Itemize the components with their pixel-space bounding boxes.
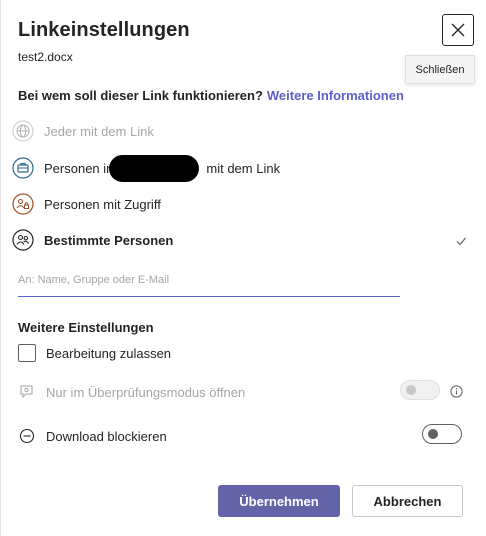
globe-icon (12, 120, 34, 142)
more-info-link[interactable]: Weitere Informationen (267, 88, 404, 103)
audience-question: Bei wem soll dieser Link funktionieren? W… (18, 88, 404, 103)
cancel-button[interactable]: Abbrechen (352, 485, 463, 517)
toggle-knob (428, 429, 438, 439)
option-label: Bestimmte Personen (44, 232, 174, 248)
dialog-title: Linkeinstellungen (18, 19, 190, 41)
close-button[interactable] (442, 14, 474, 46)
more-settings-heading: Weitere Einstellungen (18, 320, 154, 335)
review-mode-row: Nur im Überprüfungsmodus öffnen (18, 383, 245, 401)
organization-icon (12, 157, 34, 179)
checkmark-icon (456, 237, 466, 246)
allow-edit-row[interactable]: Bearbeitung zulassen (18, 344, 171, 362)
recipient-input[interactable] (18, 268, 400, 292)
review-mode-label: Nur im Überprüfungsmodus öffnen (46, 384, 246, 400)
review-mode-toggle[interactable] (400, 380, 440, 400)
allow-edit-checkbox[interactable] (18, 344, 36, 362)
block-download-toggle[interactable] (422, 424, 462, 444)
option-label-suffix: mit dem Link (206, 160, 281, 176)
allow-edit-label: Bearbeitung zulassen (46, 345, 172, 361)
redaction-mark (109, 155, 199, 182)
option-anyone-with-link[interactable]: Jeder mit dem Link (12, 118, 154, 144)
option-label: Jeder mit dem Link (44, 123, 154, 139)
close-icon (451, 23, 465, 37)
people-access-icon (12, 193, 34, 215)
block-download-row: Download blockieren (18, 427, 167, 445)
toggle-knob (406, 385, 416, 395)
option-label: Personen in (44, 160, 114, 176)
recipient-input-wrapper (18, 268, 400, 297)
block-icon (18, 427, 36, 445)
info-icon[interactable] (450, 385, 463, 398)
option-specific-people[interactable]: Bestimmte Personen (12, 227, 173, 253)
option-people-with-access[interactable]: Personen mit Zugriff (12, 191, 161, 217)
specific-people-icon (12, 229, 34, 251)
close-tooltip: Schließen (405, 55, 475, 84)
option-label: Personen mit Zugriff (44, 196, 161, 212)
block-download-label: Download blockieren (46, 428, 167, 444)
file-name: test2.docx (18, 50, 73, 64)
link-settings-dialog: Linkeinstellungen test2.docx Schließen B… (0, 0, 486, 536)
audience-question-text: Bei wem soll dieser Link funktionieren? (18, 88, 263, 103)
apply-button[interactable]: Übernehmen (218, 485, 340, 517)
review-mode-icon (18, 383, 36, 401)
